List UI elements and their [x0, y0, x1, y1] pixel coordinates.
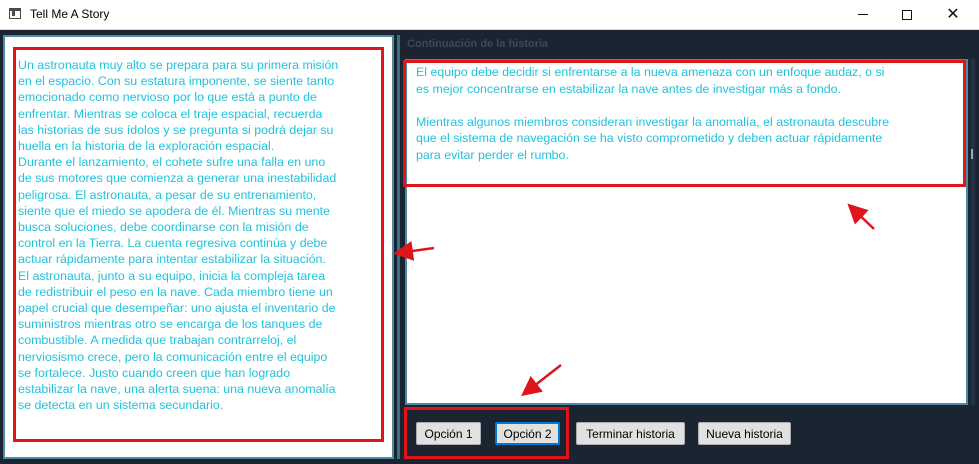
- annotation-arrow-buttons: [521, 364, 562, 397]
- annotation-arrow-right: [847, 203, 875, 230]
- annotation-arrows: [393, 203, 875, 397]
- annotation-arrow-left: [393, 241, 435, 261]
